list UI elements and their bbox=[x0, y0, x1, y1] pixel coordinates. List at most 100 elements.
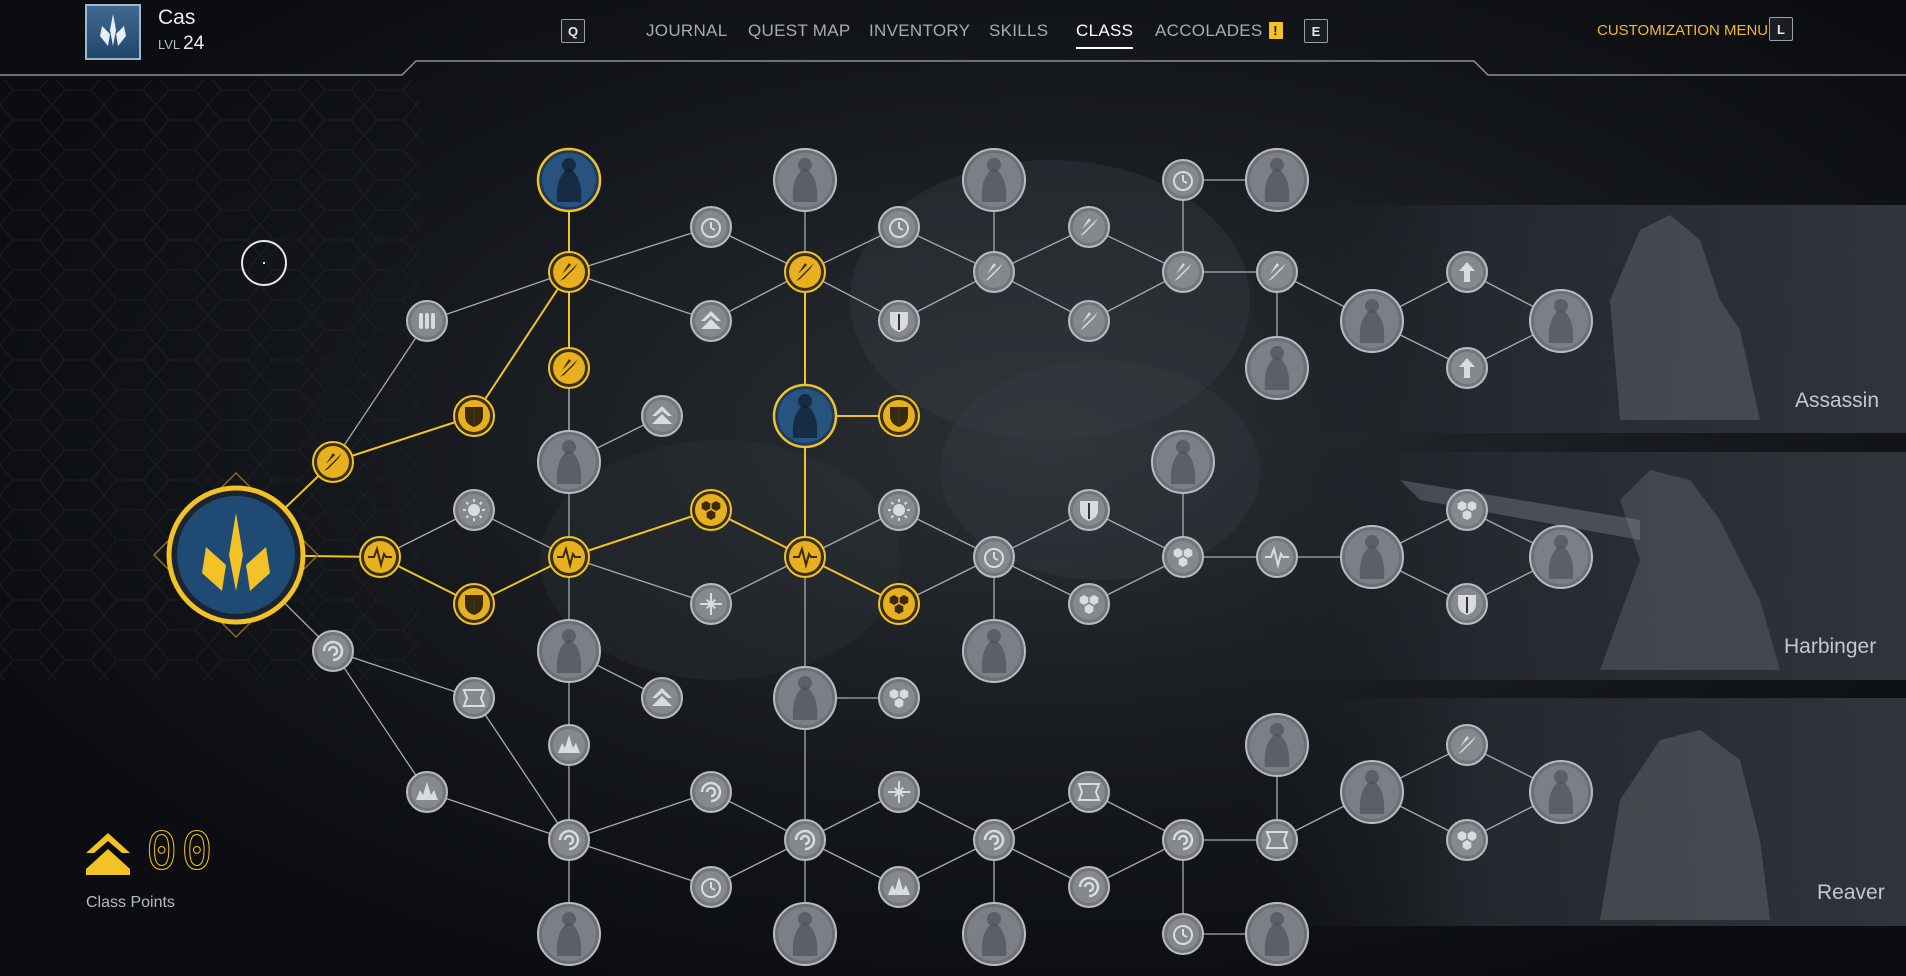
hex-skill-node[interactable] bbox=[1068, 583, 1110, 625]
swirl-skill-node[interactable] bbox=[1068, 866, 1110, 908]
rank-skill-node[interactable] bbox=[641, 677, 683, 719]
ammo-icon bbox=[419, 313, 435, 329]
star-skill-node[interactable] bbox=[878, 771, 920, 813]
tree-connection bbox=[568, 791, 712, 841]
portrait-skill-node[interactable] bbox=[962, 902, 1026, 966]
blade-skill-node[interactable] bbox=[1068, 206, 1110, 248]
hex-skill-node[interactable] bbox=[878, 583, 920, 625]
frame-skill-node[interactable] bbox=[1068, 771, 1110, 813]
tree-connection bbox=[568, 271, 712, 322]
portrait-skill-node[interactable] bbox=[536, 147, 602, 213]
frame-skill-node[interactable] bbox=[453, 677, 495, 719]
portrait-skill-node[interactable] bbox=[1529, 289, 1593, 353]
class-points-label: Class Points bbox=[86, 894, 175, 911]
portrait-skill-node[interactable] bbox=[1245, 713, 1309, 777]
portrait-skill-node[interactable] bbox=[537, 619, 601, 683]
swirl-skill-node[interactable] bbox=[312, 630, 354, 672]
flame-skill-node[interactable] bbox=[878, 866, 920, 908]
portrait-skill-node[interactable] bbox=[1529, 760, 1593, 824]
portrait-skill-node[interactable] bbox=[1151, 430, 1215, 494]
portrait-skill-node[interactable] bbox=[1245, 902, 1309, 966]
flame-skill-node[interactable] bbox=[406, 771, 448, 813]
blade-skill-node[interactable] bbox=[548, 347, 590, 389]
swirl-skill-node[interactable] bbox=[973, 819, 1015, 861]
tree-connection bbox=[332, 650, 475, 699]
timer-skill-node[interactable] bbox=[973, 536, 1015, 578]
tree-connection bbox=[426, 791, 570, 841]
portrait-skill-node[interactable] bbox=[1340, 289, 1404, 353]
blade-skill-node[interactable] bbox=[548, 251, 590, 293]
class-skill-tree bbox=[152, 147, 1593, 966]
portrait-skill-node[interactable] bbox=[537, 430, 601, 494]
subclass-label-assassin[interactable]: Assassin bbox=[1795, 389, 1879, 413]
star-skill-node[interactable] bbox=[690, 583, 732, 625]
swirl-skill-node[interactable] bbox=[690, 771, 732, 813]
tree-connection bbox=[332, 415, 475, 463]
rank-skill-node[interactable] bbox=[641, 395, 683, 437]
blade-skill-node[interactable] bbox=[973, 251, 1015, 293]
arrow-skill-node[interactable] bbox=[1446, 251, 1488, 293]
cursor-reticle bbox=[241, 240, 287, 286]
ammo-skill-node[interactable] bbox=[406, 300, 448, 342]
rank-skill-node[interactable] bbox=[690, 300, 732, 342]
shield-skill-node[interactable] bbox=[1446, 583, 1488, 625]
shield-skill-node[interactable] bbox=[453, 395, 495, 437]
tree-connection bbox=[473, 697, 570, 841]
tree-connection bbox=[568, 839, 712, 888]
timer-skill-node[interactable] bbox=[690, 206, 732, 248]
portrait-skill-node[interactable] bbox=[1245, 148, 1309, 212]
blade-skill-node[interactable] bbox=[1162, 251, 1204, 293]
hex-skill-node[interactable] bbox=[690, 489, 732, 531]
pulse-skill-node[interactable] bbox=[784, 536, 826, 578]
shield-skill-node[interactable] bbox=[453, 583, 495, 625]
hex-skill-node[interactable] bbox=[1446, 819, 1488, 861]
timer-skill-node[interactable] bbox=[1162, 159, 1204, 201]
swirl-skill-node[interactable] bbox=[548, 819, 590, 861]
shield-skill-node[interactable] bbox=[878, 300, 920, 342]
blade-skill-node[interactable] bbox=[784, 251, 826, 293]
swirl-skill-node[interactable] bbox=[784, 819, 826, 861]
subclass-label-harbinger[interactable]: Harbinger bbox=[1784, 635, 1876, 659]
class-points-value: 00 bbox=[146, 822, 217, 883]
portrait-skill-node[interactable] bbox=[962, 619, 1026, 683]
tree-connection bbox=[568, 509, 712, 558]
hex-skill-node[interactable] bbox=[1162, 536, 1204, 578]
portrait-skill-node[interactable] bbox=[537, 902, 601, 966]
blade-skill-node[interactable] bbox=[1446, 724, 1488, 766]
portrait-skill-node[interactable] bbox=[773, 666, 837, 730]
pulse-skill-node[interactable] bbox=[1256, 536, 1298, 578]
pulse-skill-node[interactable] bbox=[359, 536, 401, 578]
swirl-skill-node[interactable] bbox=[1162, 819, 1204, 861]
timer-skill-node[interactable] bbox=[878, 206, 920, 248]
hex-skill-node[interactable] bbox=[1446, 489, 1488, 531]
frame-skill-node[interactable] bbox=[1256, 819, 1298, 861]
blade-skill-node[interactable] bbox=[1068, 300, 1110, 342]
subclass-label-reaver[interactable]: Reaver bbox=[1817, 881, 1885, 905]
sun-skill-node[interactable] bbox=[453, 489, 495, 531]
hex-skill-node[interactable] bbox=[878, 677, 920, 719]
portrait-skill-node[interactable] bbox=[1340, 525, 1404, 589]
tree-connection bbox=[568, 226, 712, 273]
portrait-skill-node[interactable] bbox=[772, 383, 838, 449]
pulse-skill-node[interactable] bbox=[548, 536, 590, 578]
portrait-skill-node[interactable] bbox=[1340, 760, 1404, 824]
portrait-skill-node[interactable] bbox=[773, 902, 837, 966]
portrait-skill-node[interactable] bbox=[1245, 336, 1309, 400]
timer-skill-node[interactable] bbox=[1162, 913, 1204, 955]
portrait-skill-node[interactable] bbox=[773, 148, 837, 212]
arrow-skill-node[interactable] bbox=[1446, 347, 1488, 389]
tree-nodes bbox=[152, 147, 1593, 966]
shield-skill-node[interactable] bbox=[878, 395, 920, 437]
tree-connection bbox=[473, 271, 570, 417]
portrait-skill-node[interactable] bbox=[962, 148, 1026, 212]
blade-skill-node[interactable] bbox=[1256, 251, 1298, 293]
sun-skill-node[interactable] bbox=[878, 489, 920, 531]
flame-skill-node[interactable] bbox=[548, 724, 590, 766]
timer-skill-node[interactable] bbox=[690, 866, 732, 908]
tree-connection bbox=[568, 556, 712, 605]
class-points-icon bbox=[86, 833, 130, 875]
shield-skill-node[interactable] bbox=[1068, 489, 1110, 531]
blade-skill-node[interactable] bbox=[312, 441, 354, 483]
tree-connection bbox=[332, 650, 428, 793]
portrait-skill-node[interactable] bbox=[1529, 525, 1593, 589]
